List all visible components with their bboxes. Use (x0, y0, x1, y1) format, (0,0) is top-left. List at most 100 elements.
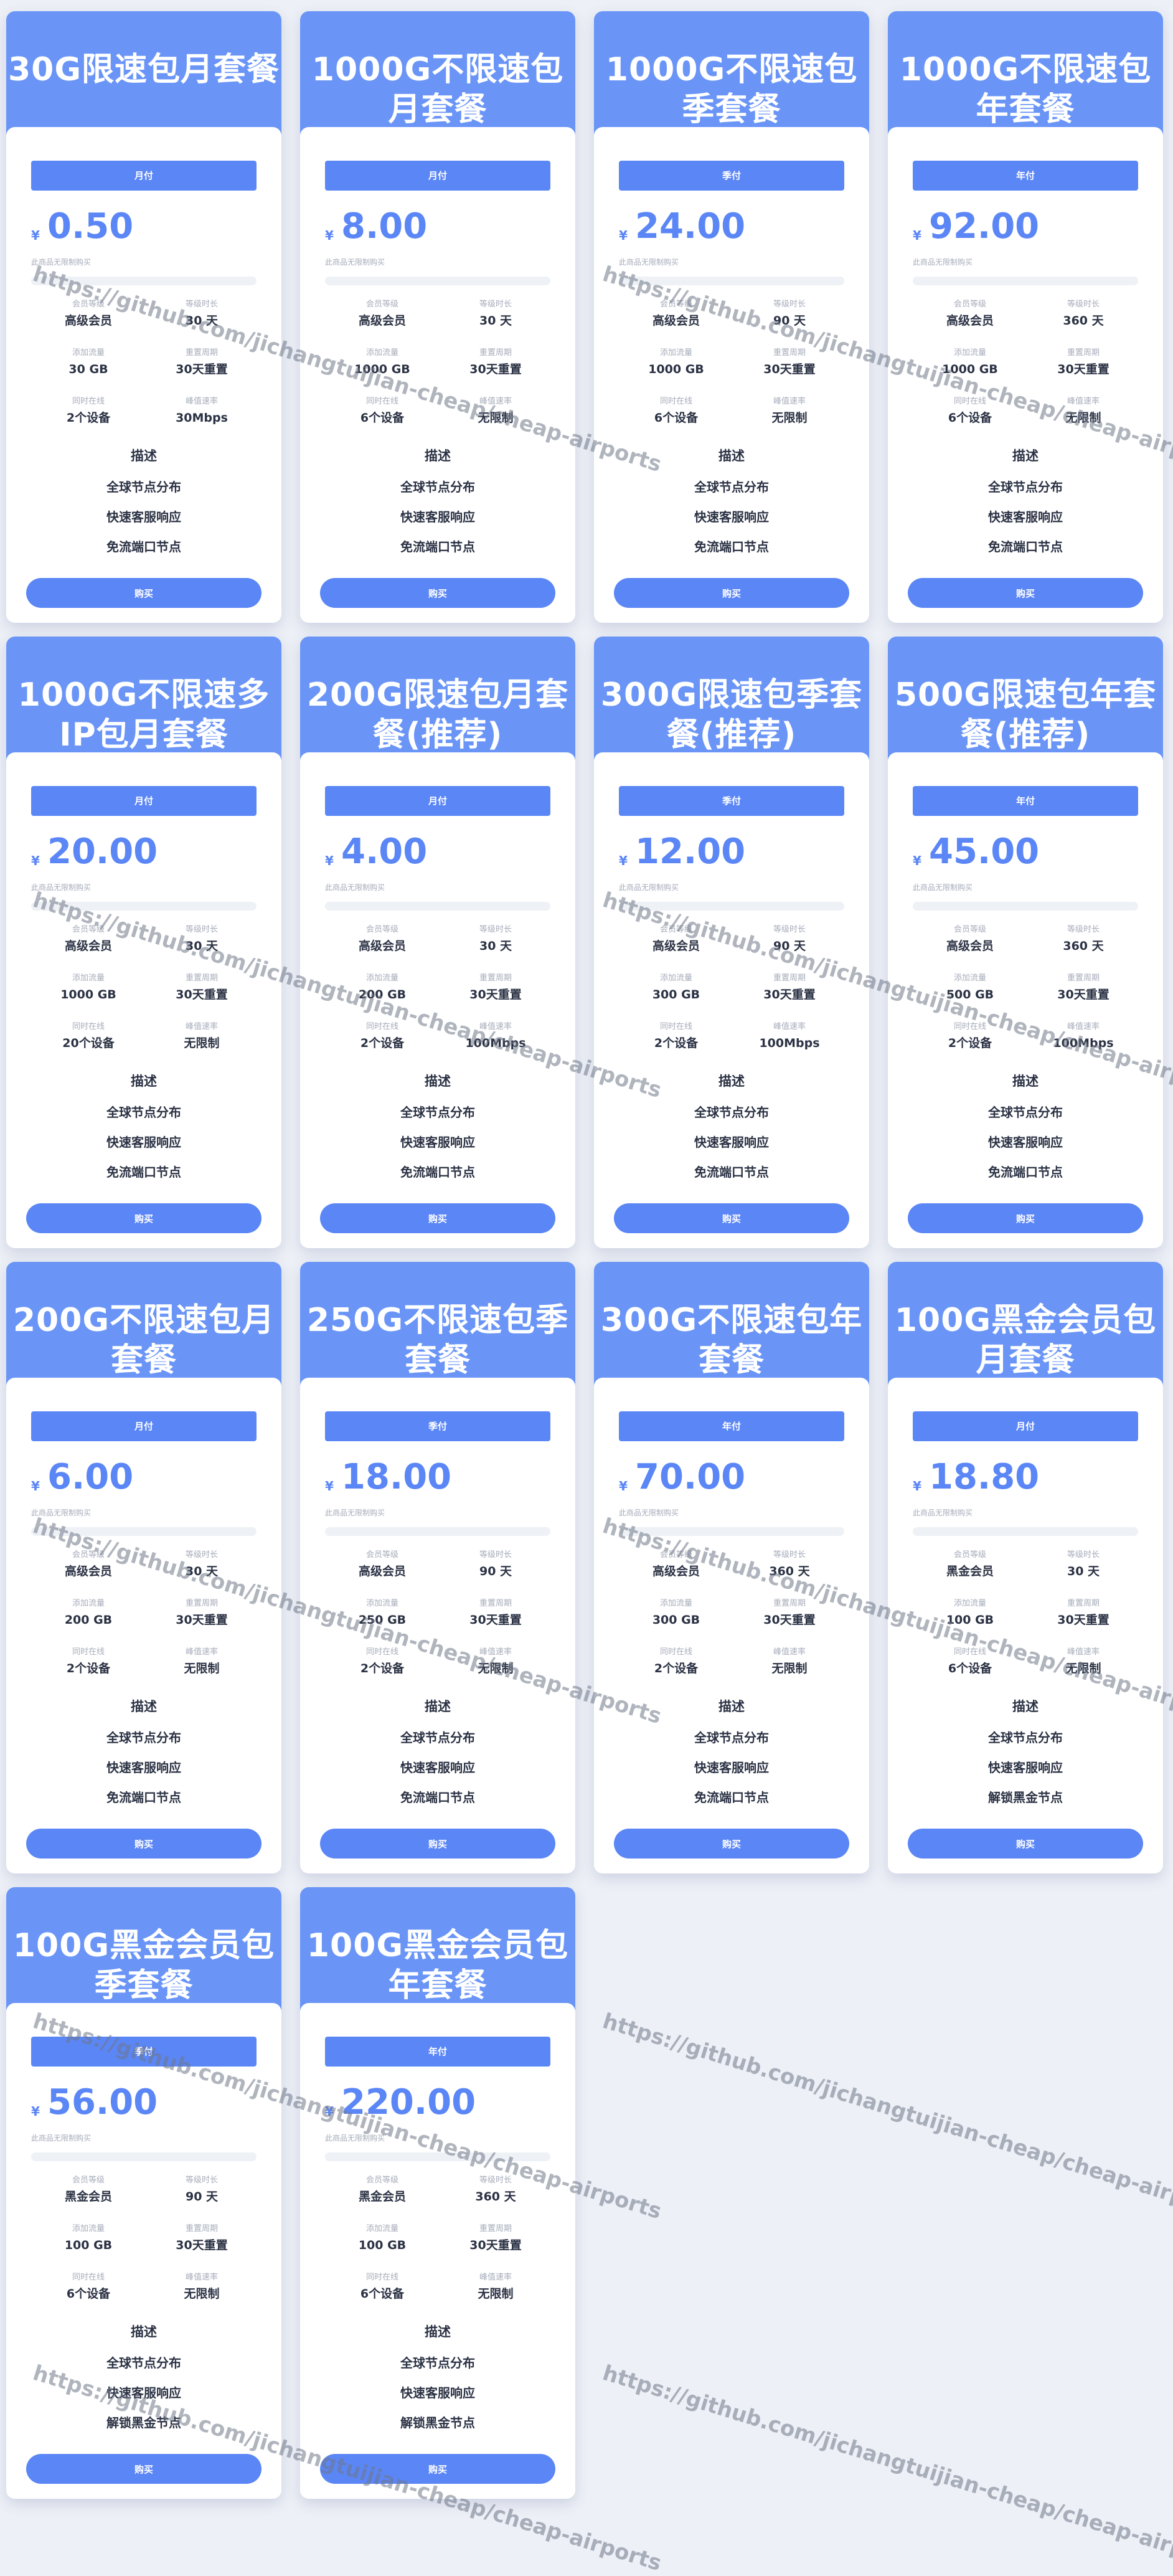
spec-value: 无限制 (771, 1662, 808, 1675)
spec-value: 30天重置 (763, 362, 816, 376)
buy-button[interactable]: 购买 (26, 1203, 261, 1233)
plan-header: 30G限速包月套餐 (6, 11, 281, 142)
spec-value: 2个设备 (66, 1662, 111, 1675)
spec-value: 200 GB (358, 988, 407, 1002)
spec-value: 360 天 (1063, 314, 1104, 328)
spec-devices: 同时在线 2个设备 (320, 1021, 445, 1051)
purchase-limit-note: 此商品无限制购买 (619, 883, 679, 892)
currency-symbol: ¥ (619, 228, 628, 243)
spec-duration: 等级时长 30 天 (139, 1550, 264, 1579)
spec-label: 等级时长 (185, 1550, 218, 1560)
spec-label: 重置周期 (1067, 1599, 1100, 1608)
spec-label: 等级时长 (185, 2176, 218, 2185)
spec-reset-cycle: 重置周期 30天重置 (139, 348, 264, 377)
buy-button[interactable]: 购买 (26, 1829, 261, 1859)
spec-member-level: 会员等级 高级会员 (26, 299, 151, 329)
spec-label: 等级时长 (1067, 925, 1100, 934)
plan-body: 月付 ¥ 0.50 此商品无限制购买 会员等级 高级会员 等级时长 30 天 添… (6, 127, 281, 623)
buy-button[interactable]: 购买 (320, 1203, 555, 1233)
spec-speed: 峰值速率 无限制 (139, 1021, 264, 1051)
buy-button[interactable]: 购买 (320, 1829, 555, 1859)
buy-button[interactable]: 购买 (26, 578, 261, 608)
spec-label: 峰值速率 (1067, 397, 1100, 406)
plan-body: 季付 ¥ 12.00 此商品无限制购买 会员等级 高级会员 等级时长 90 天 … (594, 752, 869, 1248)
spec-devices: 同时在线 2个设备 (320, 1647, 445, 1677)
spec-label: 会员等级 (72, 1550, 105, 1560)
description-title: 描述 (1012, 1699, 1039, 1714)
spec-traffic: 添加流量 300 GB (614, 973, 738, 1003)
feature-item: 全球节点分布 (694, 1105, 769, 1120)
feature-item: 免流端口节点 (988, 1165, 1063, 1180)
plan-header: 1000G不限速多IP包月套餐 (6, 637, 281, 767)
spec-value: 360 天 (475, 2190, 516, 2204)
spec-value: 1000 GB (942, 362, 998, 376)
buy-button[interactable]: 购买 (26, 2454, 261, 2484)
spec-member-level: 会员等级 高级会员 (614, 924, 738, 954)
plan-header: 200G不限速包月套餐 (6, 1262, 281, 1393)
spec-traffic: 添加流量 500 GB (908, 973, 1032, 1003)
spec-label: 添加流量 (953, 348, 986, 358)
spec-label: 会员等级 (72, 300, 105, 309)
buy-button[interactable]: 购买 (614, 1203, 849, 1233)
spec-value: 无限制 (771, 411, 808, 425)
spec-value: 6个设备 (948, 411, 992, 425)
spec-devices: 同时在线 2个设备 (614, 1647, 738, 1677)
spec-label: 峰值速率 (185, 2273, 218, 2282)
spec-value: 100 GB (358, 2238, 407, 2252)
stock-progress-bar (619, 1527, 844, 1536)
description-title: 描述 (131, 1699, 157, 1714)
spec-reset-cycle: 重置周期 30天重置 (1021, 1598, 1146, 1628)
plan-header: 300G限速包季套餐(推荐) (594, 637, 869, 767)
billing-cycle-badge: 月付 (31, 786, 257, 816)
spec-traffic: 添加流量 1000 GB (320, 348, 445, 377)
spec-value: 高级会员 (652, 939, 700, 953)
spec-label: 等级时长 (479, 925, 512, 934)
stock-progress-bar (325, 902, 550, 911)
spec-label: 添加流量 (365, 348, 398, 358)
spec-devices: 同时在线 2个设备 (26, 396, 151, 426)
spec-label: 重置周期 (185, 2224, 218, 2233)
buy-button[interactable]: 购买 (320, 2454, 555, 2484)
spec-label: 等级时长 (773, 300, 806, 309)
spec-value: 6个设备 (654, 411, 699, 425)
spec-speed: 峰值速率 无限制 (1021, 1647, 1146, 1677)
spec-value: 1000 GB (354, 362, 410, 376)
buy-button[interactable]: 购买 (614, 1829, 849, 1859)
buy-button[interactable]: 购买 (320, 578, 555, 608)
plan-card: 1000G不限速包月套餐 月付 ¥ 8.00 此商品无限制购买 会员等级 高级会… (300, 11, 575, 623)
billing-cycle-badge: 季付 (619, 786, 844, 816)
plan-card: 500G限速包年套餐(推荐) 年付 ¥ 45.00 此商品无限制购买 会员等级 … (888, 637, 1163, 1248)
plan-body: 年付 ¥ 92.00 此商品无限制购买 会员等级 高级会员 等级时长 360 天… (888, 127, 1163, 623)
purchase-limit-note: 此商品无限制购买 (913, 883, 973, 892)
plan-card: 200G限速包月套餐(推荐) 月付 ¥ 4.00 此商品无限制购买 会员等级 高… (300, 637, 575, 1248)
purchase-limit-note: 此商品无限制购买 (913, 1508, 973, 1517)
plan-header: 200G限速包月套餐(推荐) (300, 637, 575, 767)
feature-item: 免流端口节点 (106, 1790, 181, 1805)
spec-value: 6个设备 (66, 2287, 111, 2301)
buy-button[interactable]: 购买 (614, 578, 849, 608)
spec-duration: 等级时长 30 天 (1021, 1550, 1146, 1579)
spec-label: 会员等级 (953, 925, 986, 934)
spec-member-level: 会员等级 黑金会员 (320, 2175, 445, 2205)
buy-button[interactable]: 购买 (908, 1829, 1143, 1859)
buy-button[interactable]: 购买 (908, 578, 1143, 608)
spec-value: 无限制 (478, 411, 514, 425)
spec-speed: 峰值速率 无限制 (139, 2272, 264, 2302)
plan-card: 200G不限速包月套餐 月付 ¥ 6.00 此商品无限制购买 会员等级 高级会员… (6, 1262, 281, 1873)
plan-title: 100G黑金会员包月套餐 (894, 1302, 1157, 1379)
feature-item: 全球节点分布 (400, 480, 475, 495)
spec-label: 同时在线 (365, 2273, 398, 2282)
spec-devices: 同时在线 20个设备 (26, 1021, 151, 1051)
buy-button[interactable]: 购买 (908, 1203, 1143, 1233)
spec-label: 会员等级 (365, 2176, 398, 2185)
purchase-limit-note: 此商品无限制购买 (619, 1508, 679, 1517)
currency-symbol: ¥ (325, 228, 334, 243)
feature-item: 全球节点分布 (106, 1730, 181, 1745)
spec-label: 会员等级 (72, 925, 105, 934)
spec-label: 添加流量 (659, 348, 692, 358)
spec-value: 高级会员 (946, 939, 994, 953)
plan-header: 100G黑金会员包季套餐 (6, 1887, 281, 2018)
spec-reset-cycle: 重置周期 30天重置 (433, 348, 558, 377)
spec-label: 等级时长 (479, 300, 512, 309)
price-amount: 24.00 (635, 206, 746, 247)
